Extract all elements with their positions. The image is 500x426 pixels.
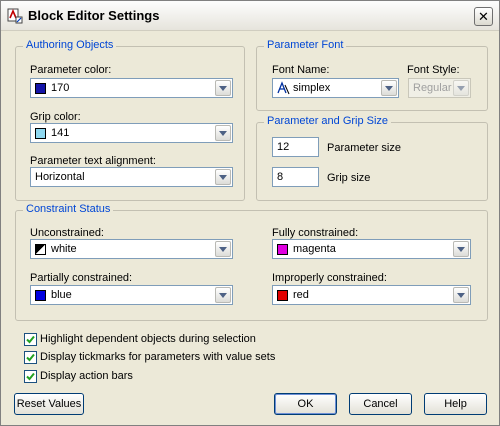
help-button[interactable]: Help: [424, 393, 487, 415]
fully-constrained-color-swatch: [277, 244, 288, 255]
chevron-down-icon[interactable]: [215, 287, 231, 303]
display-tickmarks-checkbox[interactable]: [24, 350, 37, 364]
chevron-down-icon: [453, 80, 469, 96]
display-tickmarks-label: Display tickmarks for parameters with va…: [40, 351, 276, 363]
parameter-text-alignment-label: Parameter text alignment:: [30, 155, 156, 167]
grip-color-swatch: [35, 128, 46, 139]
block-editor-settings-dialog: Block Editor Settings ✕ Authoring Object…: [0, 0, 500, 426]
display-action-bars-label: Display action bars: [40, 370, 133, 382]
display-tickmarks-option[interactable]: Display tickmarks for parameters with va…: [24, 350, 275, 364]
chevron-down-icon[interactable]: [215, 125, 231, 141]
unconstrained-color-swatch: [35, 244, 46, 255]
partially-constrained-color-value: blue: [51, 289, 72, 301]
grip-color-select[interactable]: 141: [30, 123, 233, 143]
reset-values-button[interactable]: Reset Values: [14, 393, 84, 415]
improperly-constrained-color-swatch: [277, 290, 288, 301]
font-icon: [276, 81, 290, 98]
improperly-constrained-color-select[interactable]: red: [272, 285, 471, 305]
unconstrained-color-value: white: [51, 243, 77, 255]
grip-size-label: Grip size: [327, 172, 371, 184]
display-action-bars-checkbox[interactable]: [24, 369, 37, 383]
close-button[interactable]: ✕: [474, 7, 493, 26]
fully-constrained-label: Fully constrained:: [272, 227, 359, 239]
parameter-grip-size-group: Parameter and Grip Size: [256, 115, 488, 201]
chevron-down-icon[interactable]: [381, 80, 397, 96]
font-name-value: simplex: [293, 82, 331, 94]
authoring-objects-legend: Authoring Objects: [23, 39, 117, 51]
improperly-constrained-label: Improperly constrained:: [272, 272, 387, 284]
improperly-constrained-color-value: red: [293, 289, 309, 301]
display-action-bars-option[interactable]: Display action bars: [24, 369, 133, 383]
parameter-size-input[interactable]: 12: [272, 137, 319, 157]
chevron-down-icon[interactable]: [215, 241, 231, 257]
grip-color-value: 141: [51, 127, 70, 139]
parameter-color-label: Parameter color:: [30, 64, 112, 76]
font-style-select: Regular: [408, 78, 471, 98]
parameter-color-swatch: [35, 83, 46, 94]
highlight-dependent-objects-option[interactable]: Highlight dependent objects during selec…: [24, 332, 256, 346]
highlight-dependent-objects-checkbox[interactable]: [24, 332, 37, 346]
ok-button[interactable]: OK: [274, 393, 337, 415]
parameter-text-alignment-value: Horizontal: [35, 171, 85, 183]
parameter-text-alignment-select[interactable]: Horizontal: [30, 167, 233, 187]
font-style-label: Font Style:: [407, 64, 460, 76]
checkmark-icon: [26, 372, 35, 380]
unconstrained-color-select[interactable]: white: [30, 239, 233, 259]
partially-constrained-label: Partially constrained:: [30, 272, 133, 284]
chevron-down-icon[interactable]: [215, 169, 231, 185]
constraint-status-legend: Constraint Status: [23, 203, 114, 215]
chevron-down-icon[interactable]: [215, 80, 231, 96]
chevron-down-icon[interactable]: [453, 241, 469, 257]
parameter-grip-size-legend: Parameter and Grip Size: [264, 115, 392, 127]
checkmark-icon: [26, 353, 35, 361]
font-name-select[interactable]: simplex: [272, 78, 399, 98]
grip-size-input[interactable]: 8: [272, 167, 319, 187]
chevron-down-icon[interactable]: [453, 287, 469, 303]
parameter-color-select[interactable]: 170: [30, 78, 233, 98]
checkmark-icon: [26, 335, 35, 343]
fully-constrained-color-select[interactable]: magenta: [272, 239, 471, 259]
font-name-label: Font Name:: [272, 64, 330, 76]
close-icon: ✕: [478, 9, 489, 24]
window-title: Block Editor Settings: [28, 8, 160, 23]
grip-color-label: Grip color:: [30, 111, 81, 123]
parameter-color-value: 170: [51, 82, 70, 94]
partially-constrained-color-swatch: [35, 290, 46, 301]
title-bar[interactable]: Block Editor Settings ✕: [1, 1, 499, 31]
cancel-button[interactable]: Cancel: [349, 393, 412, 415]
highlight-dependent-objects-label: Highlight dependent objects during selec…: [40, 333, 256, 345]
block-editor-icon: [7, 8, 23, 24]
unconstrained-label: Unconstrained:: [30, 227, 104, 239]
fully-constrained-color-value: magenta: [293, 243, 336, 255]
parameter-size-label: Parameter size: [327, 142, 401, 154]
parameter-font-legend: Parameter Font: [264, 39, 347, 51]
partially-constrained-color-select[interactable]: blue: [30, 285, 233, 305]
font-style-value: Regular: [413, 82, 452, 94]
